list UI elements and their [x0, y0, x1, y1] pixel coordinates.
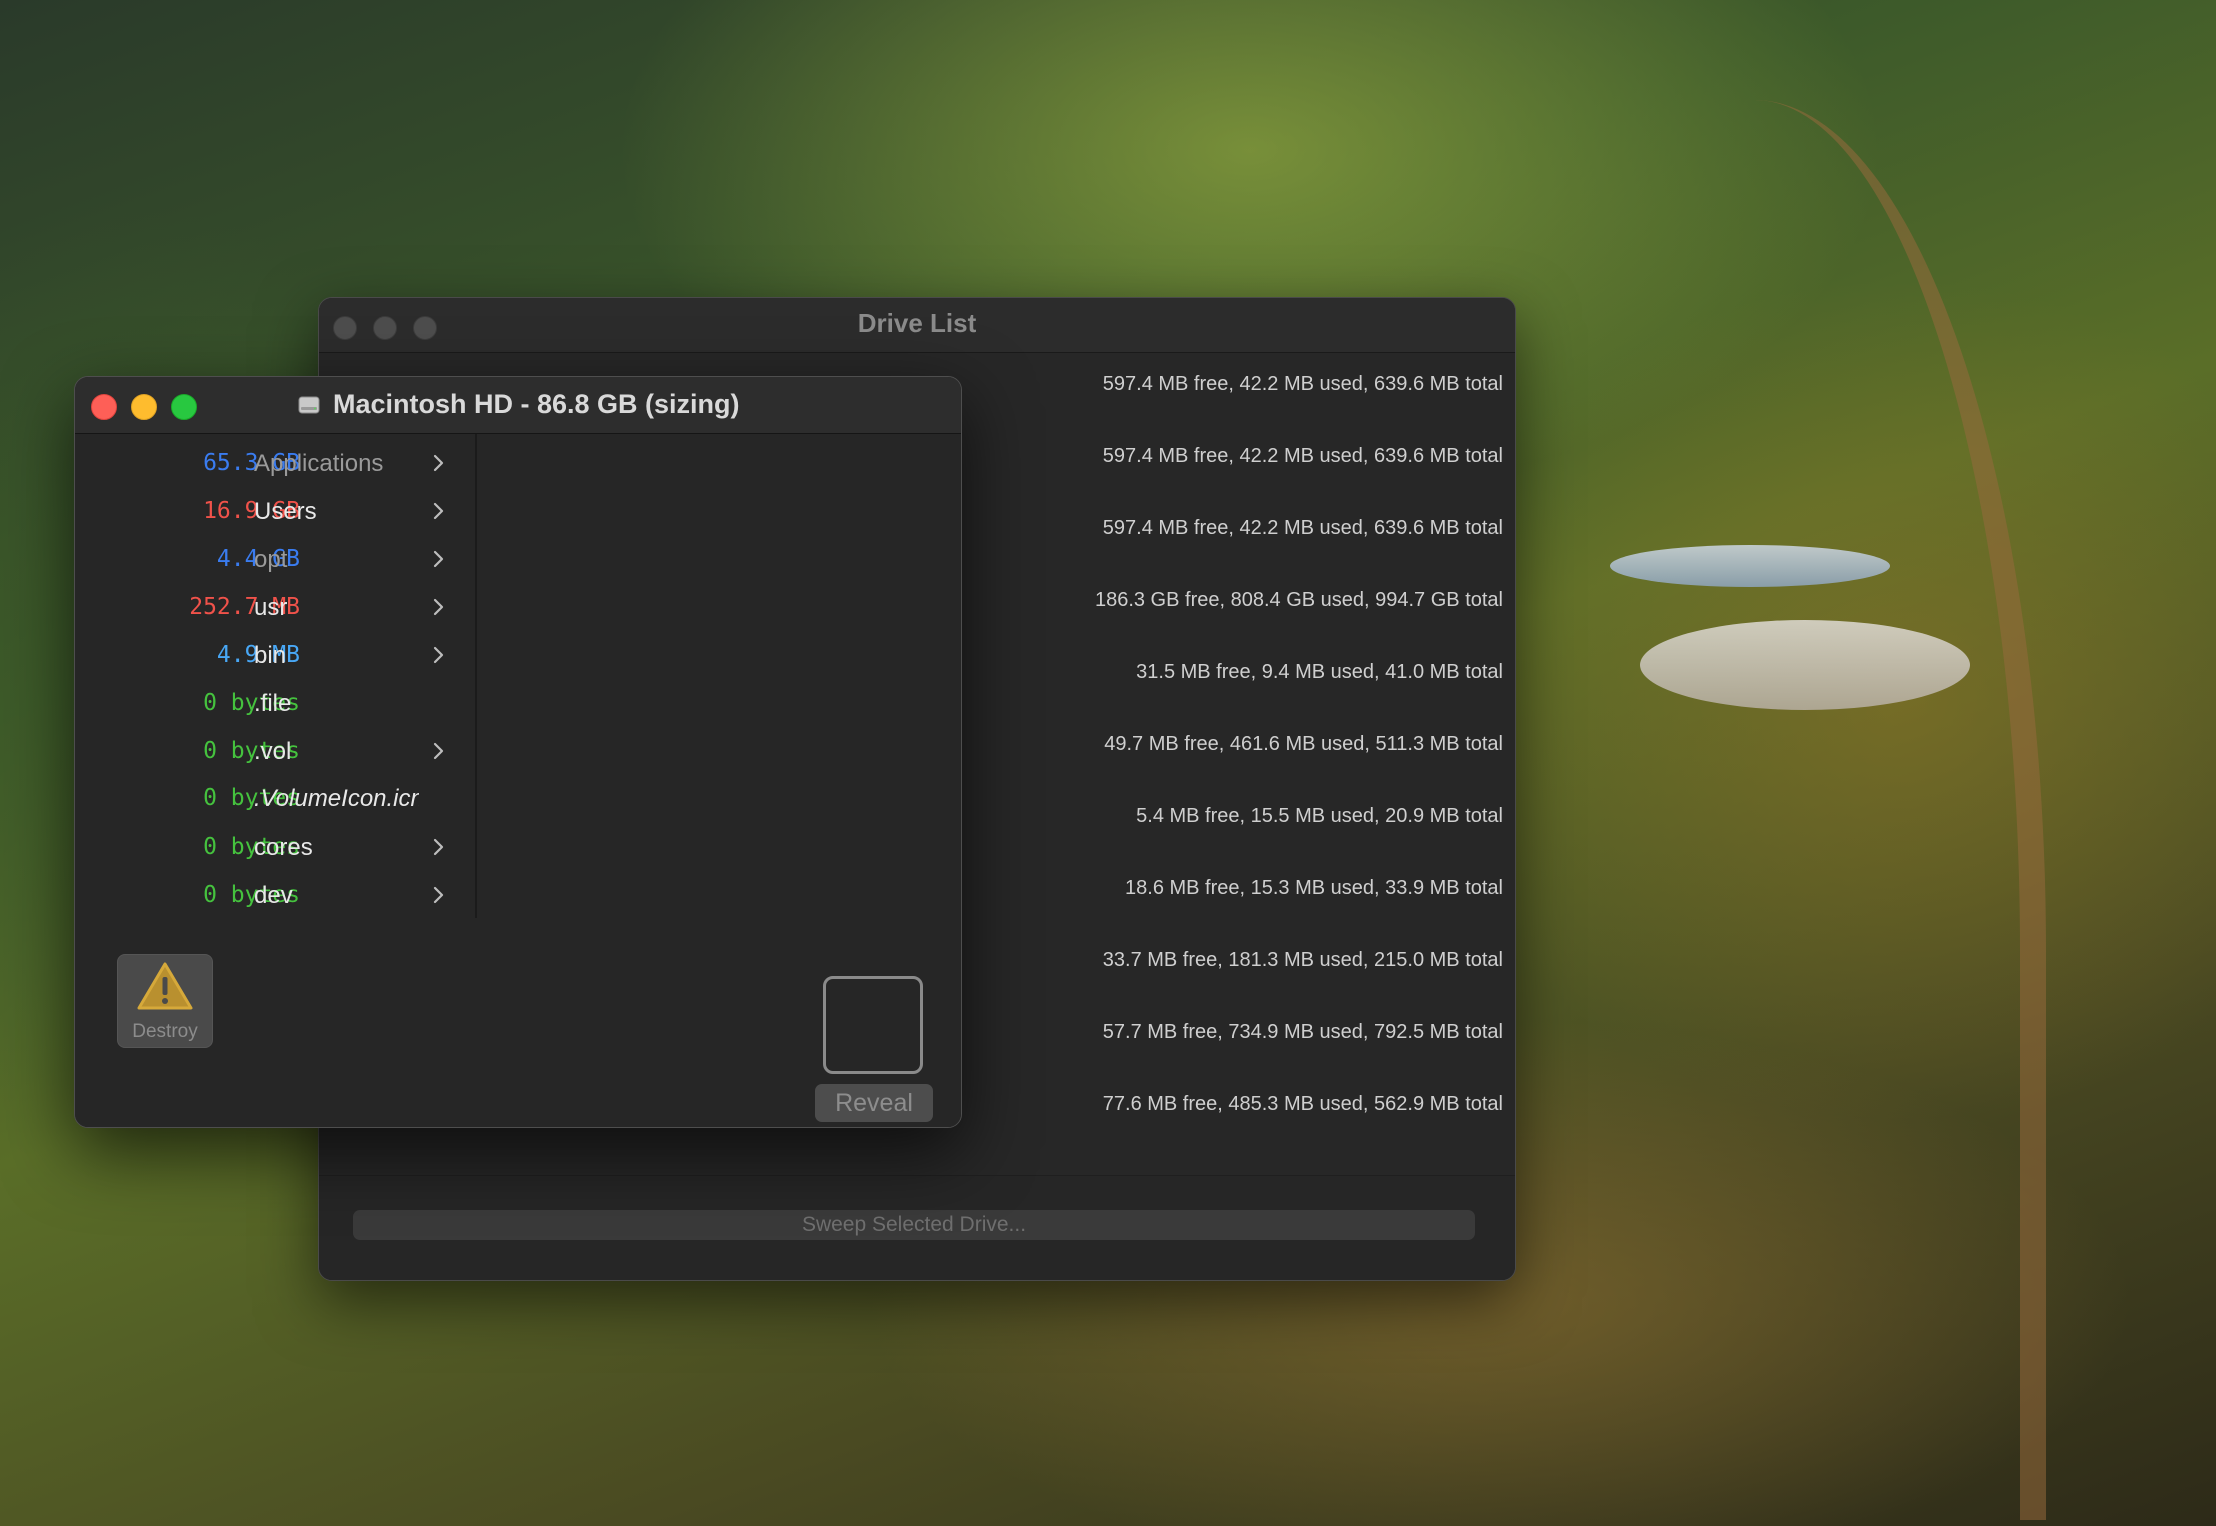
column-browser: 65.3 GB Applications 16.9 GB Users 4.4 GB opt… — [75, 434, 961, 918]
reveal-button[interactable]: Reveal — [815, 1084, 933, 1122]
drive-row[interactable]: 5.4 MB free, 15.5 MB used, 20.9 MB total — [1136, 805, 1503, 828]
macintosh-hd-window: Macintosh HD - 86.8 GB (sizing) 65.3 GB A… — [74, 376, 962, 1128]
browser-column-1[interactable]: 65.3 GB Applications 16.9 GB Users 4.4 GB opt… — [75, 434, 477, 918]
wallpaper-pond — [1640, 620, 1970, 710]
destroy-button[interactable]: Destroy — [117, 954, 213, 1048]
drive-row[interactable]: 597.4 MB free, 42.2 MB used, 639.6 MB to… — [1103, 517, 1503, 540]
chevron-right-icon — [433, 646, 444, 664]
list-item[interactable]: 0 bytes .vol — [75, 730, 475, 774]
window-title: Macintosh HD - 86.8 GB (sizing) — [332, 389, 740, 419]
reveal-drop-well[interactable] — [823, 976, 923, 1074]
drive-row[interactable]: 186.3 GB free, 808.4 GB used, 994.7 GB t… — [1095, 589, 1503, 612]
list-item[interactable]: 4.4 GB opt — [75, 538, 475, 582]
destroy-label: Destroy — [132, 1021, 198, 1042]
mac-titlebar[interactable]: Macintosh HD - 86.8 GB (sizing) — [75, 377, 961, 434]
item-name: dev — [254, 882, 293, 909]
title-wrap: Macintosh HD - 86.8 GB (sizing) — [75, 389, 961, 420]
list-item[interactable]: 252.7 MB usr — [75, 586, 475, 630]
item-name: Users — [254, 498, 317, 525]
drive-list-footer: Sweep Selected Drive... — [319, 1175, 1515, 1280]
item-name: .VolumeIcon.icns — [254, 785, 419, 812]
hard-disk-icon — [298, 396, 319, 414]
item-name: .vol — [254, 738, 292, 765]
chevron-right-icon — [433, 742, 444, 760]
drive-row[interactable]: 597.4 MB free, 42.2 MB used, 639.6 MB to… — [1103, 373, 1503, 396]
browser-column-2[interactable] — [477, 434, 961, 918]
item-name: .file — [254, 690, 292, 717]
chevron-right-icon — [433, 838, 444, 856]
item-name: cores — [254, 834, 313, 861]
action-area: Destroy Reveal — [75, 918, 961, 1127]
list-item[interactable]: 65.3 GB Applications — [75, 442, 475, 486]
drive-row[interactable]: 49.7 MB free, 461.6 MB used, 511.3 MB to… — [1104, 733, 1503, 756]
drive-list-titlebar[interactable]: Drive List — [319, 298, 1515, 353]
drive-row[interactable]: 57.7 MB free, 734.9 MB used, 792.5 MB to… — [1103, 1021, 1503, 1044]
list-item[interactable]: 0 bytes dev — [75, 874, 475, 918]
item-name: usr — [254, 594, 288, 621]
wallpaper-road — [1560, 100, 2046, 1520]
list-item[interactable]: 0 bytes .file — [75, 682, 475, 726]
chevron-right-icon — [433, 886, 444, 904]
sweep-selected-drive-button[interactable]: Sweep Selected Drive... — [353, 1210, 1475, 1240]
chevron-right-icon — [433, 550, 444, 568]
chevron-right-icon — [433, 454, 444, 472]
warning-icon — [137, 962, 193, 1010]
chevron-right-icon — [433, 502, 444, 520]
item-name: opt — [254, 546, 288, 573]
list-item[interactable]: 0 bytes cores — [75, 826, 475, 870]
wallpaper-pond — [1610, 545, 1890, 587]
list-item[interactable]: 4.9 MB bin — [75, 634, 475, 678]
item-name: bin — [254, 642, 287, 669]
drive-row[interactable]: 18.6 MB free, 15.3 MB used, 33.9 MB tota… — [1125, 877, 1503, 900]
chevron-right-icon — [433, 598, 444, 616]
list-item[interactable]: 0 bytes .VolumeIcon.icns — [75, 777, 475, 821]
drive-row[interactable]: 33.7 MB free, 181.3 MB used, 215.0 MB to… — [1103, 949, 1503, 972]
window-title: Drive List — [857, 308, 977, 338]
item-name: Applications — [254, 450, 384, 477]
drive-row[interactable]: 597.4 MB free, 42.2 MB used, 639.6 MB to… — [1103, 445, 1503, 468]
drive-row[interactable]: 77.6 MB free, 485.3 MB used, 562.9 MB to… — [1103, 1093, 1503, 1116]
list-item[interactable]: 16.9 GB Users — [75, 490, 475, 534]
drive-row[interactable]: 31.5 MB free, 9.4 MB used, 41.0 MB total — [1136, 661, 1503, 684]
